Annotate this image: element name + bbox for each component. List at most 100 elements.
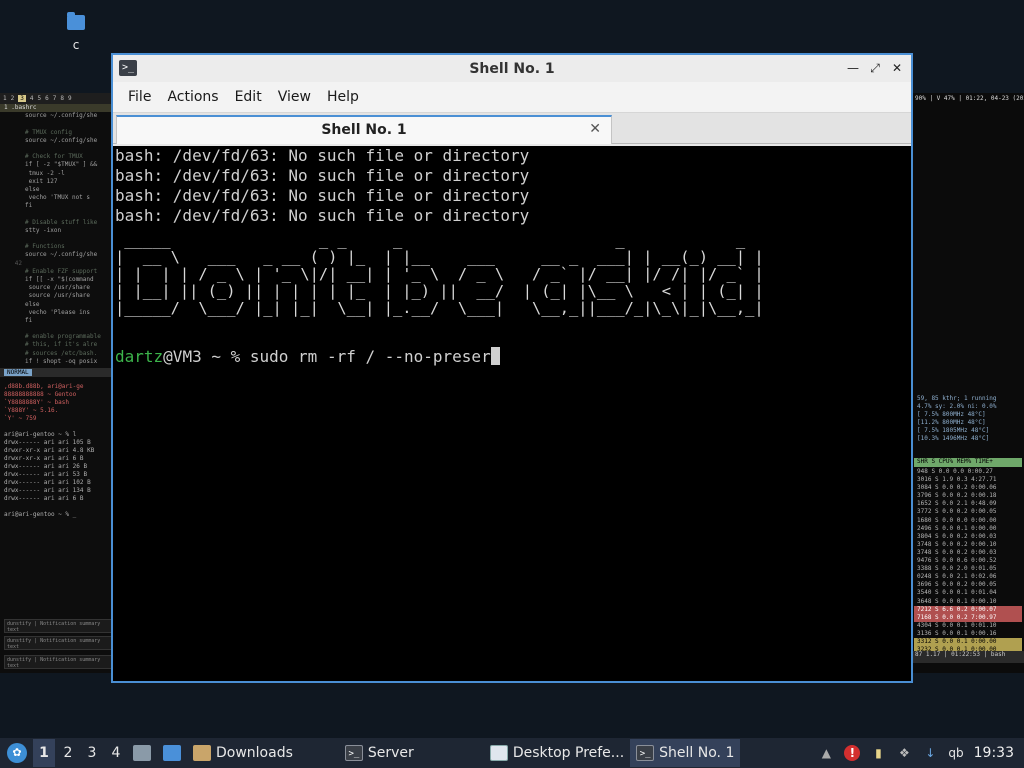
bg-code-text: source /usr/share — [25, 292, 91, 300]
background-screenshot-left: 1 2 3 4 5 6 7 8 9 1 .bashrc source ~/.co… — [0, 93, 112, 673]
bg-htop-header: SHR S CPU% MEM% TIME+ — [914, 458, 1022, 467]
bg-code-line: # Disable stuff like — [0, 219, 112, 227]
bg-code-line — [0, 145, 112, 153]
bg-ls-line: drwx------ ari ari 134 B — [4, 487, 91, 494]
start-menu-button[interactable]: ✿ — [3, 739, 31, 767]
bg-file-tab: 1 .bashrc — [0, 104, 112, 113]
terminal-output[interactable]: bash: /dev/fd/63: No such file or direct… — [113, 146, 911, 681]
bg-code-line: if [[ -x "$(command — [0, 276, 112, 284]
minimize-icon[interactable]: — — [845, 59, 861, 77]
bg-htop-row: 1652 S 0.0 2.1 0:48.09 — [917, 500, 997, 508]
bg-htop-meter: [ 7.5% 1805MHz 48°C] — [917, 427, 990, 434]
desktop: c 1 2 3 4 5 6 7 8 9 1 .bashrc source ~/.… — [0, 0, 1024, 738]
bg-prompt: ari@ari-gentoo ~ % _ — [4, 511, 77, 518]
bg-code-text: if [ -z "$TMUX" ] && — [25, 161, 98, 169]
task-downloads[interactable]: Downloads — [187, 739, 299, 767]
tray-text[interactable]: qb — [948, 746, 963, 760]
bg-htop-row: 7168 S 0.0 0.2 7:00.97 — [914, 613, 1022, 622]
system-tray: ▲ ! ▮ ❖ ↓ qb 19:33 — [818, 745, 1024, 761]
bg-code-line: if ! shopt -oq posix — [0, 358, 112, 366]
workspace-1[interactable]: 1 — [33, 739, 55, 767]
terminal-line: bash: /dev/fd/63: No such file or direct… — [115, 166, 530, 185]
workspace-3[interactable]: 3 — [81, 739, 103, 767]
window-title: Shell No. 1 — [469, 60, 555, 77]
bg-code-block: source ~/.config/she # TMUX config source … — [0, 112, 112, 366]
workspace-2[interactable]: 2 — [57, 739, 79, 767]
bg-ls-line: drwx------ ari ari 26 B — [4, 463, 88, 470]
bg-code-text: if ! shopt -oq posix — [25, 357, 98, 365]
bg-tab: 2 — [10, 95, 15, 102]
menu-actions[interactable]: Actions — [161, 85, 224, 109]
bg-ls-line: drwxr-xr-x ari ari 6 B — [4, 455, 84, 462]
bg-code-line: source ~/.config/she — [0, 251, 112, 259]
terminal-window[interactable]: >_ Shell No. 1 — ⤢ ✕ File Actions Edit V… — [111, 53, 913, 683]
bg-htop-row: 3648 S 0.0 0.1 0:00.10 — [917, 597, 997, 605]
bg-code-line: # Check for TMUX — [0, 153, 112, 161]
menu-view[interactable]: View — [272, 85, 317, 109]
window-titlebar[interactable]: >_ Shell No. 1 — ⤢ ✕ — [113, 55, 911, 82]
bg-prompt: ari@ari-gentoo ~ % l — [4, 431, 77, 438]
bg-htop-row: 3748 S 0.0 0.2 0:00.03 — [917, 548, 997, 556]
bg-code-text: exit 127 — [25, 177, 58, 185]
bg-code-text: if [[ -x "$(command — [25, 275, 94, 283]
menu-help[interactable]: Help — [321, 85, 365, 109]
task-server[interactable]: >_ Server — [339, 739, 420, 767]
maximize-icon[interactable]: ⤢ — [867, 59, 883, 77]
bg-ls-block: drwx------ ari ari 105 Bdrwxr-xr-x ari a… — [0, 439, 112, 503]
menu-file[interactable]: File — [122, 85, 157, 109]
task-shell-no-1[interactable]: >_ Shell No. 1 — [630, 739, 741, 767]
task-label: Downloads — [216, 745, 293, 761]
bg-code-text: # Disable stuff like — [25, 218, 98, 226]
taskbar: ✿ 1 2 3 4 Downloads >_ Server Desktop Pr… — [0, 738, 1024, 768]
terminal-icon: >_ — [119, 60, 137, 76]
alert-icon[interactable]: ! — [844, 745, 861, 761]
background-screenshot-right: 90% | V 47% | 01:22, 04-23 (2022) 59, 85… — [912, 93, 1024, 673]
window-controls: — ⤢ ✕ — [845, 59, 905, 77]
bg-notification: dunstify | Notification summary text — [4, 619, 112, 633]
tab-shell-1[interactable]: Shell No. 1 ✕ — [116, 115, 612, 144]
clipboard-icon[interactable]: ▮ — [870, 745, 886, 761]
bg-htop-row: 3540 S 0.0 0.1 0:01.04 — [917, 589, 997, 597]
bg-code-text: # Functions — [25, 243, 65, 251]
bg-code-line — [0, 210, 112, 218]
close-tab-icon[interactable]: ✕ — [589, 121, 601, 137]
updates-icon[interactable]: ↓ — [922, 745, 938, 761]
quicklaunch-files[interactable] — [127, 739, 157, 767]
quicklaunch-desktop[interactable] — [157, 739, 187, 767]
bg-htop-row: 3388 S 0.0 2.0 0:01.05 — [917, 565, 997, 573]
upload-icon[interactable]: ▲ — [818, 745, 834, 761]
bg-code-line: source /usr/share — [0, 292, 112, 300]
bg-ls-line: drwx------ ari ari 102 B — [4, 479, 91, 486]
bg-code-line: # TMUX config — [0, 129, 112, 137]
bg-notification: dunstify | Notification summary text — [4, 655, 112, 669]
command-prompt[interactable]: dartz@VM3 ~ % sudo rm -rf / --no-preser — [115, 347, 909, 367]
bg-fetch-block: ,d88b.d88b, ari@ari-ge 88888888888 ~ Gent… — [0, 383, 112, 423]
bg-htop-row: 3804 S 0.0 0.2 0:00.03 — [917, 532, 997, 540]
bg-mode: NORMAL — [4, 369, 32, 376]
ascii-art-line: |_____/ \___/ |_| |_| \__| |_.__/ \___| … — [115, 299, 764, 317]
workspace-4[interactable]: 4 — [105, 739, 127, 767]
task-label: Shell No. 1 — [659, 745, 735, 761]
task-desktop-preferences[interactable]: Desktop Prefe... — [484, 739, 630, 767]
folder-icon — [193, 745, 211, 761]
bg-tab: 4 — [29, 95, 34, 102]
bg-line-number: 42 — [14, 259, 22, 267]
bg-code-text: # Enable FZF support — [25, 267, 98, 275]
menu-edit[interactable]: Edit — [229, 85, 268, 109]
menu-bar: File Actions Edit View Help — [113, 82, 911, 113]
bg-code-line — [0, 120, 112, 128]
bg-htop-meter: [ 7.5% 800MHz 48°C] — [917, 411, 986, 418]
desktop-folder-shortcut[interactable]: c — [58, 12, 94, 52]
tab-label: Shell No. 1 — [321, 122, 407, 138]
bg-notification: dunstify | Notification summary text — [4, 636, 112, 650]
bg-code-line: tmux -2 -l — [0, 170, 112, 178]
network-icon[interactable]: ❖ — [896, 745, 912, 761]
clock[interactable]: 19:33 — [974, 745, 1014, 761]
bg-code-text: vecho 'TMUX not s — [25, 194, 91, 202]
bg-code-text: source ~/.config/she — [25, 136, 98, 144]
bg-code-line: # enable programmable — [0, 333, 112, 341]
close-icon[interactable]: ✕ — [889, 59, 905, 77]
bg-htop-row: 3748 S 0.0 0.2 0:00.10 — [917, 540, 997, 548]
bg-tab: 1 — [3, 95, 7, 102]
bg-code-text: fi — [25, 316, 33, 324]
